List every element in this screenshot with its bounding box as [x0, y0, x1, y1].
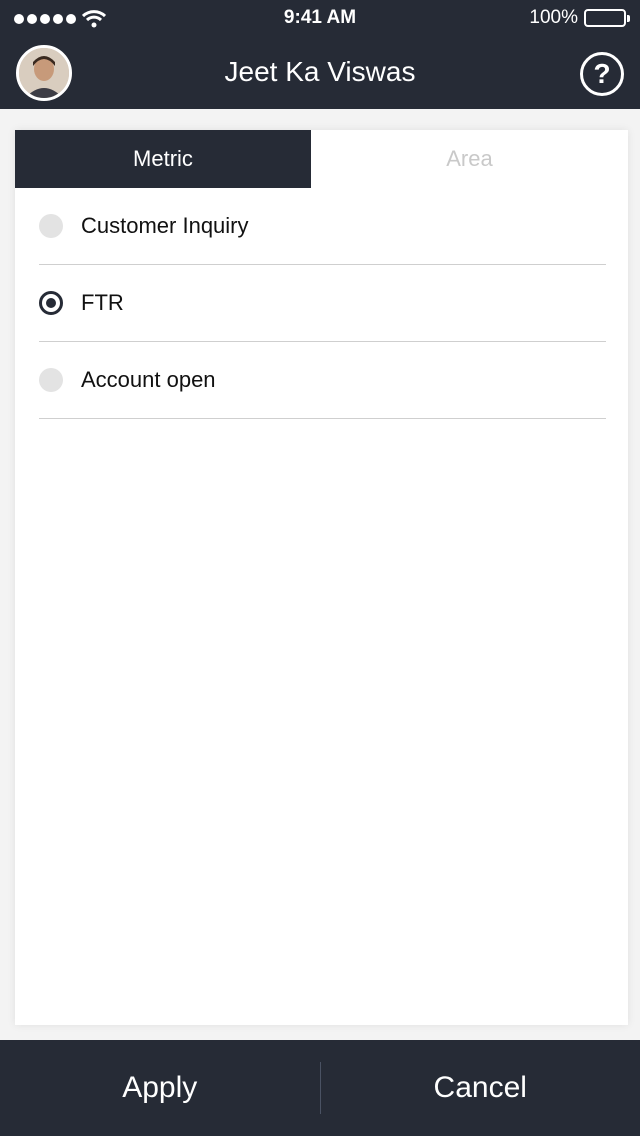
nav-bar: Jeet Ka Viswas ? [0, 40, 640, 109]
radio-unselected-icon[interactable] [39, 368, 63, 392]
radio-selected-icon[interactable] [39, 291, 63, 315]
radio-unselected-icon[interactable] [39, 214, 63, 238]
option-customer-inquiry[interactable]: Customer Inquiry [39, 188, 606, 265]
metric-options-list: Customer Inquiry FTR Account open [15, 188, 628, 419]
help-icon[interactable]: ? [580, 52, 624, 96]
cancel-button[interactable]: Cancel [321, 1071, 640, 1105]
action-bar: Apply Cancel [0, 1040, 640, 1136]
option-account-open[interactable]: Account open [39, 342, 606, 419]
tab-metric[interactable]: Metric [15, 130, 311, 188]
page-title: Jeet Ka Viswas [224, 56, 416, 87]
option-label: FTR [81, 290, 124, 315]
battery-icon [584, 9, 630, 27]
option-label: Customer Inquiry [81, 213, 249, 238]
tab-bar: Metric Area [15, 130, 628, 188]
filter-card: Metric Area Customer Inquiry FTR Account… [15, 130, 628, 1025]
tab-area[interactable]: Area [311, 130, 628, 188]
battery-group: 100% [529, 7, 630, 29]
apply-button[interactable]: Apply [0, 1071, 320, 1105]
option-ftr[interactable]: FTR [39, 265, 606, 342]
battery-percent: 100% [529, 7, 578, 28]
option-label: Account open [81, 367, 216, 392]
status-bar: 9:41 AM 100% [0, 0, 640, 40]
